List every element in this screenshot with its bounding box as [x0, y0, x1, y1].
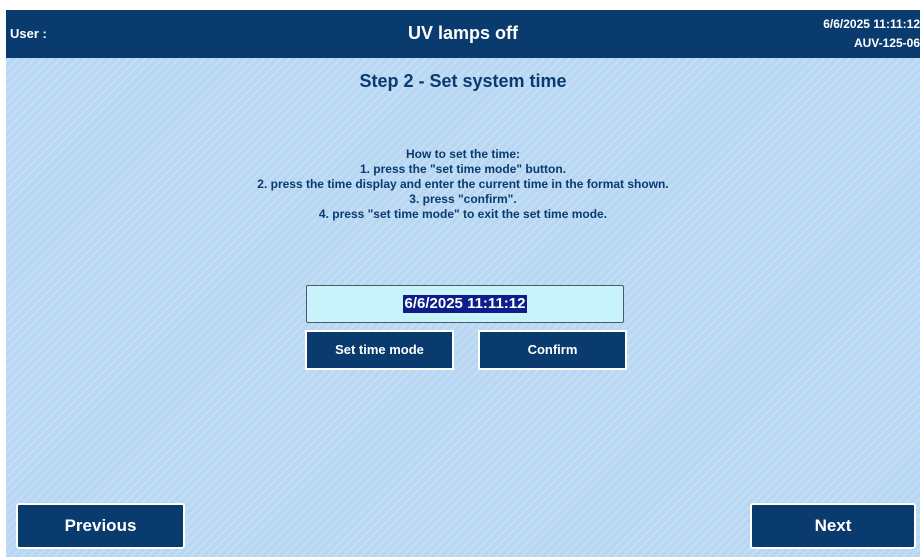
- instruction-line: 2. press the time display and enter the …: [257, 177, 669, 191]
- header-info: 6/6/2025 11:11:12 AUV-125-06: [823, 15, 920, 53]
- header-bar: User : UV lamps off 6/6/2025 11:11:12 AU…: [6, 10, 920, 58]
- instructions: How to set the time: 1. press the "set t…: [6, 147, 920, 222]
- device-id: AUV-125-06: [853, 36, 920, 50]
- header-datetime: 6/6/2025 11:11:12: [823, 17, 920, 31]
- status-title: UV lamps off: [407, 23, 518, 43]
- instruction-line: 3. press "confirm".: [409, 192, 517, 206]
- next-button[interactable]: Next: [750, 503, 916, 549]
- instruction-line: 1. press the "set time mode" button.: [359, 162, 567, 176]
- instructions-heading: How to set the time:: [405, 147, 520, 161]
- confirm-button[interactable]: Confirm: [478, 330, 627, 370]
- instruction-line: 4. press "set time mode" to exit the set…: [318, 207, 608, 221]
- screen-frame: User : UV lamps off 6/6/2025 11:11:12 AU…: [6, 10, 920, 557]
- page-title: Step 2 - Set system time: [359, 71, 567, 91]
- previous-button[interactable]: Previous: [16, 503, 185, 549]
- time-display-value[interactable]: 6/6/2025 11:11:12: [402, 295, 528, 313]
- time-display-field[interactable]: 6/6/2025 11:11:12: [306, 285, 624, 323]
- set-time-mode-button[interactable]: Set time mode: [305, 330, 454, 370]
